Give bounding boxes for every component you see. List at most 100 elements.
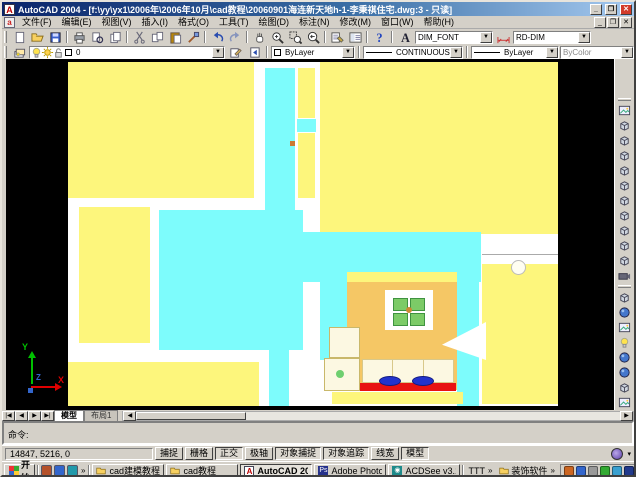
hide-icon[interactable] (616, 290, 632, 305)
menu-w[interactable]: 窗口(W) (376, 16, 419, 29)
tray-icon-6[interactable] (624, 466, 634, 476)
layer-combo[interactable]: 0 ▼ (29, 46, 225, 59)
lineweight-combo[interactable]: ByLayer ▼ (471, 46, 559, 59)
text-style-combo[interactable]: DIM_FONT ▼ (415, 31, 493, 44)
camera-icon[interactable] (616, 268, 632, 283)
doc-close-button[interactable]: ✕ (620, 17, 632, 28)
taskbar-task[interactable]: cad建模教程... (92, 464, 164, 477)
tab-model[interactable]: 模型 (54, 410, 84, 421)
properties-icon[interactable] (328, 30, 346, 45)
cut-icon[interactable] (130, 30, 148, 45)
communication-center-icon[interactable] (611, 448, 623, 460)
dim-style-icon[interactable] (494, 30, 512, 45)
designcenter-icon[interactable] (346, 30, 364, 45)
scroll-left-icon[interactable]: ◀ (123, 411, 136, 421)
plot-preview-icon[interactable] (88, 30, 106, 45)
start-button[interactable]: 开始 (4, 464, 35, 477)
tab-last-button[interactable]: ▶| (41, 411, 54, 421)
dim-style-combo[interactable]: RD-DIM ▼ (513, 31, 591, 44)
scrollbar-thumb[interactable] (136, 412, 246, 420)
status-toggle-栅格[interactable]: 栅格 (185, 447, 213, 460)
status-toggle-线宽[interactable]: 线宽 (371, 447, 399, 460)
layer-previous-icon[interactable] (245, 45, 263, 60)
text-style-icon[interactable]: A (396, 30, 414, 45)
layer-on-icon[interactable] (30, 46, 41, 58)
tray-icon-5[interactable] (612, 466, 622, 476)
taskbar-task[interactable]: PsAdobe Photo... (314, 464, 386, 477)
sw-isometric-icon[interactable] (616, 208, 632, 223)
menu-e[interactable]: 编辑(E) (57, 16, 97, 29)
render-icon[interactable] (616, 305, 632, 320)
mapping-icon[interactable] (616, 380, 632, 395)
publish-icon[interactable] (106, 30, 124, 45)
open-icon[interactable] (28, 30, 46, 45)
zoom-realtime-icon[interactable] (268, 30, 286, 45)
restore-button[interactable]: ❐ (605, 4, 617, 15)
zoom-window-icon[interactable] (286, 30, 304, 45)
front-view-icon[interactable] (616, 178, 632, 193)
layer-lock-icon[interactable] (52, 46, 63, 58)
menu-d[interactable]: 绘图(D) (254, 16, 295, 29)
tab-first-button[interactable]: |◀ (2, 411, 15, 421)
help-icon[interactable]: ? (370, 30, 388, 45)
command-window[interactable]: 命令: (2, 421, 634, 445)
status-toggle-捕捉[interactable]: 捕捉 (155, 447, 183, 460)
quick-launch-icon-3[interactable] (67, 465, 78, 476)
zoom-previous-icon[interactable] (304, 30, 322, 45)
new-icon[interactable] (10, 30, 28, 45)
menu-t[interactable]: 工具(T) (214, 16, 254, 29)
scenes-icon[interactable] (616, 320, 632, 335)
menu-n[interactable]: 标注(N) (294, 16, 335, 29)
make-object-layer-current-icon[interactable] (226, 45, 244, 60)
layer-thaw-icon[interactable] (41, 46, 52, 58)
nw-isometric-icon[interactable] (616, 253, 632, 268)
color-combo[interactable]: ByLayer ▼ (271, 46, 355, 59)
background-icon[interactable] (616, 395, 632, 410)
toolbar-grip[interactable] (4, 31, 7, 44)
taskbar-toolbar-TTT[interactable]: TTT» (466, 466, 495, 476)
linetype-combo[interactable]: CONTINUOUS ▼ (363, 46, 463, 59)
drawing-canvas[interactable]: Y X Z (6, 59, 618, 410)
menu-h[interactable]: 帮助(H) (419, 16, 460, 29)
menu-m[interactable]: 修改(M) (335, 16, 377, 29)
tray-icon-3[interactable] (588, 466, 598, 476)
back-view-icon[interactable] (616, 193, 632, 208)
chevron-down-icon[interactable]: ▼ (450, 47, 462, 58)
chevron-icon[interactable]: » (549, 466, 555, 475)
chevron-down-icon[interactable]: ▼ (342, 47, 354, 58)
chevron-icon[interactable]: » (80, 466, 86, 475)
top-view-icon[interactable] (616, 118, 632, 133)
toolbar-grip[interactable] (618, 285, 631, 288)
materials-library-icon[interactable] (616, 365, 632, 380)
menu-f[interactable]: 文件(F) (17, 16, 57, 29)
status-toggle-对象捕捉[interactable]: 对象捕捉 (275, 447, 321, 460)
layer-manager-icon[interactable] (10, 45, 28, 60)
ne-isometric-icon[interactable] (616, 238, 632, 253)
quick-launch-icon-1[interactable] (41, 465, 52, 476)
minimize-button[interactable]: _ (590, 4, 602, 15)
menu-o[interactable]: 格式(O) (173, 16, 214, 29)
redo-icon[interactable] (226, 30, 244, 45)
bottom-view-icon[interactable] (616, 133, 632, 148)
horizontal-scrollbar[interactable]: ◀ ▶ (122, 411, 634, 421)
se-isometric-icon[interactable] (616, 223, 632, 238)
undo-icon[interactable] (208, 30, 226, 45)
named-views-icon[interactable] (616, 103, 632, 118)
status-menu-arrow-icon[interactable]: ▾ (627, 450, 631, 458)
tray-icon-1[interactable] (564, 466, 574, 476)
paste-icon[interactable] (166, 30, 184, 45)
tab-next-button[interactable]: ▶ (28, 411, 41, 421)
taskbar-toolbar-装饰软件[interactable]: 装饰软件» (497, 464, 557, 477)
taskbar-task[interactable]: cad教程 (166, 464, 238, 477)
status-toggle-对象追踪[interactable]: 对象追踪 (323, 447, 369, 460)
toolbar-grip[interactable] (4, 46, 7, 57)
tray-icon-2[interactable] (576, 466, 586, 476)
tab-prev-button[interactable]: ◀ (15, 411, 28, 421)
chevron-down-icon[interactable]: ▼ (212, 47, 224, 58)
save-icon[interactable] (46, 30, 64, 45)
pan-icon[interactable] (250, 30, 268, 45)
materials-icon[interactable] (616, 350, 632, 365)
status-toggle-模型[interactable]: 模型 (401, 447, 429, 460)
toolbar-grip[interactable] (618, 98, 631, 101)
doc-restore-button[interactable]: ❐ (607, 17, 619, 28)
